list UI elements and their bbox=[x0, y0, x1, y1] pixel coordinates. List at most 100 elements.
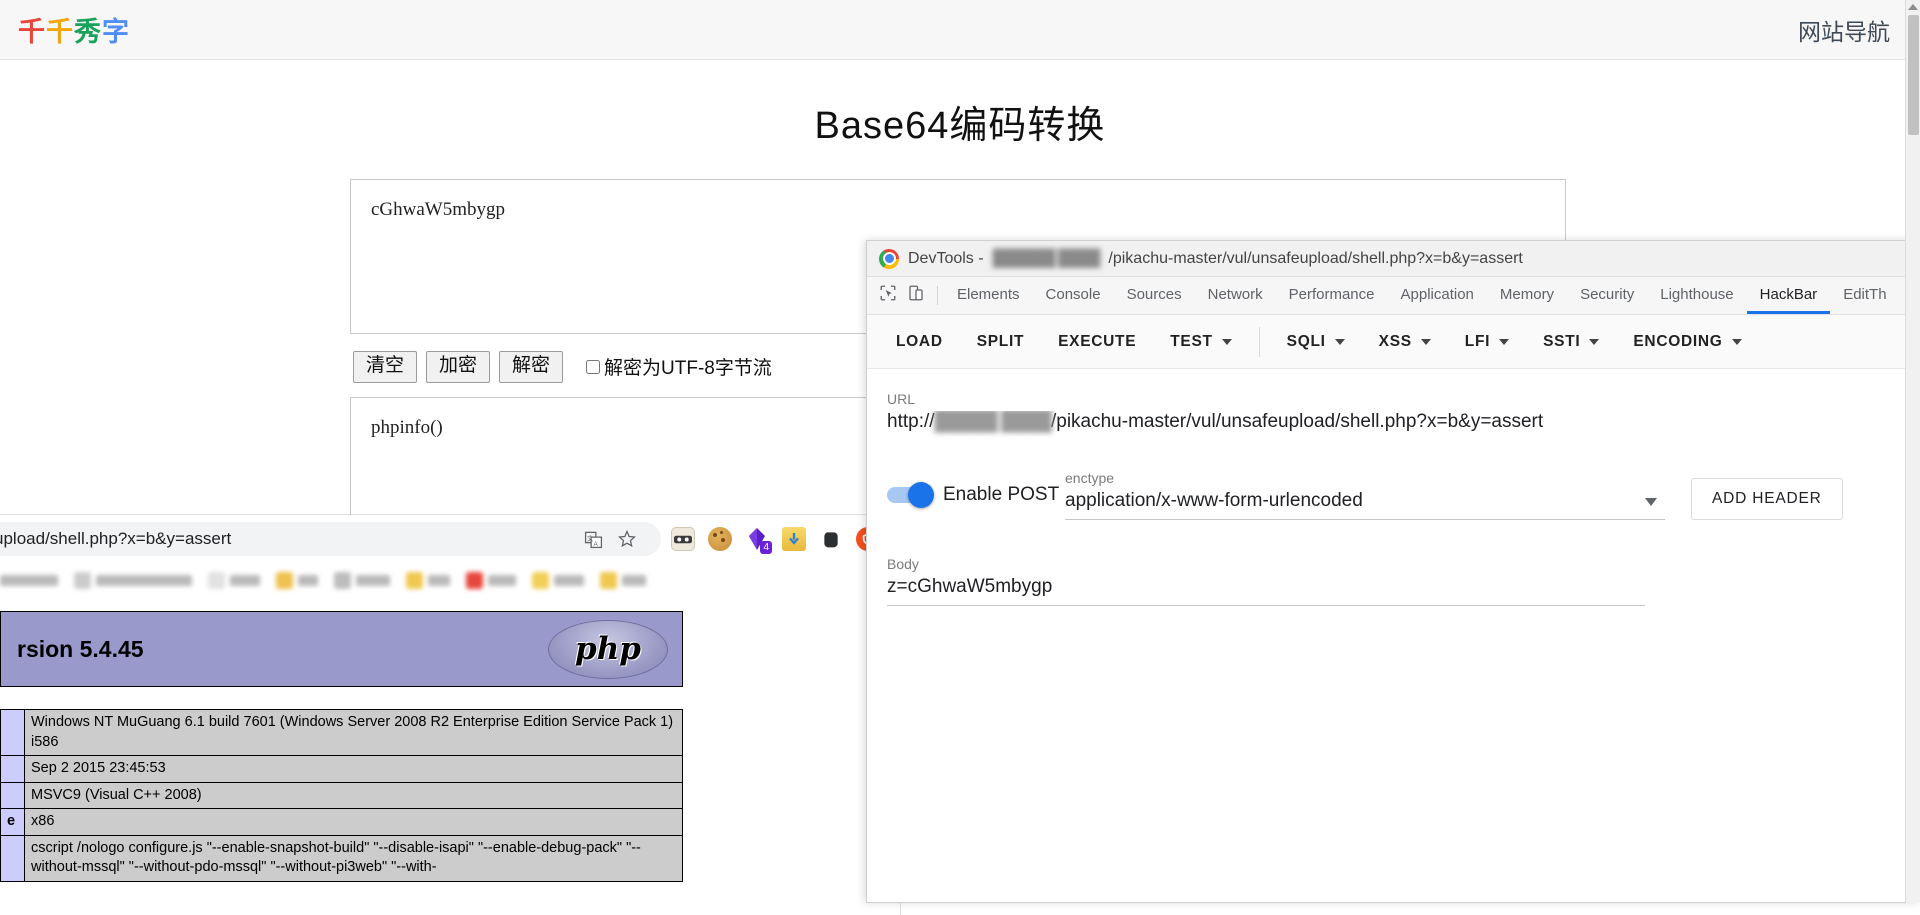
bookmark-item[interactable] bbox=[0, 572, 58, 589]
table-row: MSVC9 (Visual C++ 2008) bbox=[0, 781, 683, 810]
hackbar-load-label: LOAD bbox=[896, 332, 943, 350]
tab-performance[interactable]: Performance bbox=[1276, 277, 1388, 314]
hackbar-xss-menu[interactable]: XSS bbox=[1362, 333, 1448, 351]
bookmark-item[interactable] bbox=[406, 571, 450, 589]
evernote-extension-icon[interactable] bbox=[819, 527, 843, 551]
chevron-down-icon bbox=[1589, 338, 1600, 345]
tab-security[interactable]: Security bbox=[1567, 277, 1647, 314]
clear-button[interactable]: 清空 bbox=[353, 351, 418, 383]
logo-char-2: 千 bbox=[46, 17, 74, 47]
body-field-label: Body bbox=[887, 556, 919, 572]
bookmarks-bar[interactable] bbox=[0, 563, 900, 597]
inspect-element-icon[interactable] bbox=[879, 284, 897, 307]
chevron-down-icon[interactable] bbox=[1645, 498, 1657, 506]
url-input[interactable]: http://█████ ████/pikachu-master/vul/uns… bbox=[887, 411, 1895, 440]
chevron-down-icon bbox=[1499, 338, 1510, 345]
table-row: Sep 2 2015 23:45:53 bbox=[0, 755, 683, 783]
address-bar[interactable]: aster/vul/unsafeupload/shell.php?x=b&y=a… bbox=[0, 522, 661, 556]
bookmark-item[interactable] bbox=[208, 571, 260, 589]
hackbar-encoding-menu[interactable]: ENCODING bbox=[1616, 333, 1758, 351]
tab-console[interactable]: Console bbox=[1033, 277, 1114, 314]
page-scrollbar[interactable] bbox=[1905, 0, 1920, 903]
logo-char-4: 字 bbox=[102, 17, 130, 47]
page-title: Base64编码转换 bbox=[814, 105, 1106, 147]
bookmark-item[interactable] bbox=[276, 571, 318, 589]
hackbar-toolbar: LOAD SPLIT EXECUTE TEST SQLI XSS LFI SST… bbox=[867, 315, 1919, 369]
hackbar-ssti-menu[interactable]: SSTI bbox=[1526, 333, 1616, 351]
table-cell-key: e bbox=[0, 808, 25, 836]
site-nav-link[interactable]: 网站导航 bbox=[1798, 13, 1890, 47]
utf8-bytestream-checkbox[interactable] bbox=[586, 359, 601, 374]
devtools-title-prefix: DevTools - bbox=[908, 249, 984, 267]
enable-post-label: Enable POST bbox=[943, 484, 1060, 505]
add-header-button[interactable]: ADD HEADER bbox=[1691, 478, 1843, 520]
enable-post-toggle-wrap[interactable]: Enable POST bbox=[887, 470, 1065, 508]
bookmark-item[interactable] bbox=[532, 571, 584, 589]
bookmark-item[interactable] bbox=[334, 571, 390, 589]
hackbar-sqli-menu[interactable]: SQLI bbox=[1270, 333, 1362, 351]
hackbar-execute-button[interactable]: EXECUTE bbox=[1041, 333, 1153, 351]
extension-icons: 4 bbox=[661, 527, 890, 554]
downloader-extension-icon[interactable] bbox=[782, 527, 806, 551]
devtools-tool-icons bbox=[875, 277, 935, 314]
enctype-field-group: enctype application/x-www-form-urlencode… bbox=[1065, 470, 1665, 520]
translate-icon[interactable]: 文A bbox=[579, 525, 607, 553]
hackbar-test-label: TEST bbox=[1170, 332, 1213, 350]
utf8-bytestream-label: 解密为UTF-8字节流 bbox=[604, 358, 772, 380]
tab-application[interactable]: Application bbox=[1388, 277, 1487, 314]
chevron-down-icon bbox=[1731, 338, 1742, 345]
hackbar-split-button[interactable]: SPLIT bbox=[960, 333, 1041, 351]
url-path: /pikachu-master/vul/unsafeupload/shell.p… bbox=[1050, 411, 1544, 432]
phpinfo-page-content: rsion 5.4.45 php Windows NT MuGuang 6.1 … bbox=[0, 597, 900, 915]
tab-network[interactable]: Network bbox=[1195, 277, 1276, 314]
proxy-switchy-extension-icon[interactable]: 4 bbox=[745, 527, 772, 554]
hackbar-load-button[interactable]: LOAD bbox=[879, 333, 960, 351]
hackbar-extension-icon[interactable] bbox=[671, 527, 695, 551]
table-row: Windows NT MuGuang 6.1 build 7601 (Windo… bbox=[0, 708, 683, 757]
table-cell-value: Sep 2 2015 23:45:53 bbox=[24, 755, 683, 783]
tab-elements[interactable]: Elements bbox=[944, 277, 1033, 314]
omnibox-actions: 文A bbox=[579, 525, 647, 553]
tab-memory[interactable]: Memory bbox=[1487, 277, 1567, 314]
hackbar-xss-label: XSS bbox=[1378, 332, 1412, 350]
tab-hackbar[interactable]: HackBar bbox=[1746, 277, 1831, 314]
site-logo[interactable]: 千千秀字 bbox=[18, 10, 130, 49]
site-header: 千千秀字 网站导航 bbox=[0, 0, 1920, 60]
body-input[interactable]: z=cGhwaW5mbygp bbox=[887, 576, 1645, 606]
tab-editthiscookie[interactable]: EditTh bbox=[1830, 277, 1899, 314]
scrollbar-thumb[interactable] bbox=[1907, 15, 1919, 135]
device-toolbar-icon[interactable] bbox=[907, 284, 925, 307]
post-settings-row: Enable POST enctype application/x-www-fo… bbox=[887, 470, 1895, 520]
table-cell-value: Windows NT MuGuang 6.1 build 7601 (Windo… bbox=[24, 708, 683, 757]
hackbar-sqli-label: SQLI bbox=[1286, 332, 1326, 350]
devtools-title-path: /pikachu-master/vul/unsafeupload/shell.p… bbox=[1108, 249, 1523, 267]
hackbar-lfi-menu[interactable]: LFI bbox=[1448, 333, 1526, 351]
table-row: e x86 bbox=[0, 808, 683, 836]
hackbar-divider bbox=[1258, 326, 1260, 357]
url-host-redacted: █████ ████ bbox=[934, 411, 1052, 432]
bookmark-item[interactable] bbox=[74, 571, 192, 589]
chevron-down-icon bbox=[1420, 338, 1431, 345]
bookmark-star-icon[interactable] bbox=[613, 525, 641, 553]
hackbar-encoding-label: ENCODING bbox=[1633, 332, 1723, 350]
decode-button[interactable]: 解密 bbox=[499, 351, 564, 383]
enable-post-toggle[interactable] bbox=[887, 481, 934, 508]
enctype-select[interactable]: application/x-www-form-urlencoded bbox=[1065, 490, 1665, 520]
bookmark-item[interactable] bbox=[600, 571, 646, 589]
tab-sources[interactable]: Sources bbox=[1114, 277, 1195, 314]
tab-lighthouse[interactable]: Lighthouse bbox=[1647, 277, 1746, 314]
enctype-field-label: enctype bbox=[1065, 470, 1115, 486]
chevron-down-icon bbox=[1334, 338, 1345, 345]
bookmark-item[interactable] bbox=[466, 571, 516, 589]
chrome-toolbar: aster/vul/unsafeupload/shell.php?x=b&y=a… bbox=[0, 515, 900, 563]
hackbar-test-menu[interactable]: TEST bbox=[1153, 333, 1248, 351]
url-field-group: URL http://█████ ████/pikachu-master/vul… bbox=[887, 391, 1895, 440]
url-scheme: http:// bbox=[887, 411, 935, 432]
table-cell-key bbox=[0, 708, 25, 757]
devtools-title-host-redacted: ██████ ████ bbox=[992, 249, 1101, 267]
hackbar-lfi-label: LFI bbox=[1464, 332, 1491, 350]
encode-button[interactable]: 加密 bbox=[426, 351, 491, 383]
utf8-bytestream-checkbox-wrap[interactable]: 解密为UTF-8字节流 bbox=[586, 353, 772, 380]
cookie-extension-icon[interactable] bbox=[708, 527, 732, 551]
scroll-up-arrow-icon[interactable] bbox=[1908, 4, 1918, 10]
